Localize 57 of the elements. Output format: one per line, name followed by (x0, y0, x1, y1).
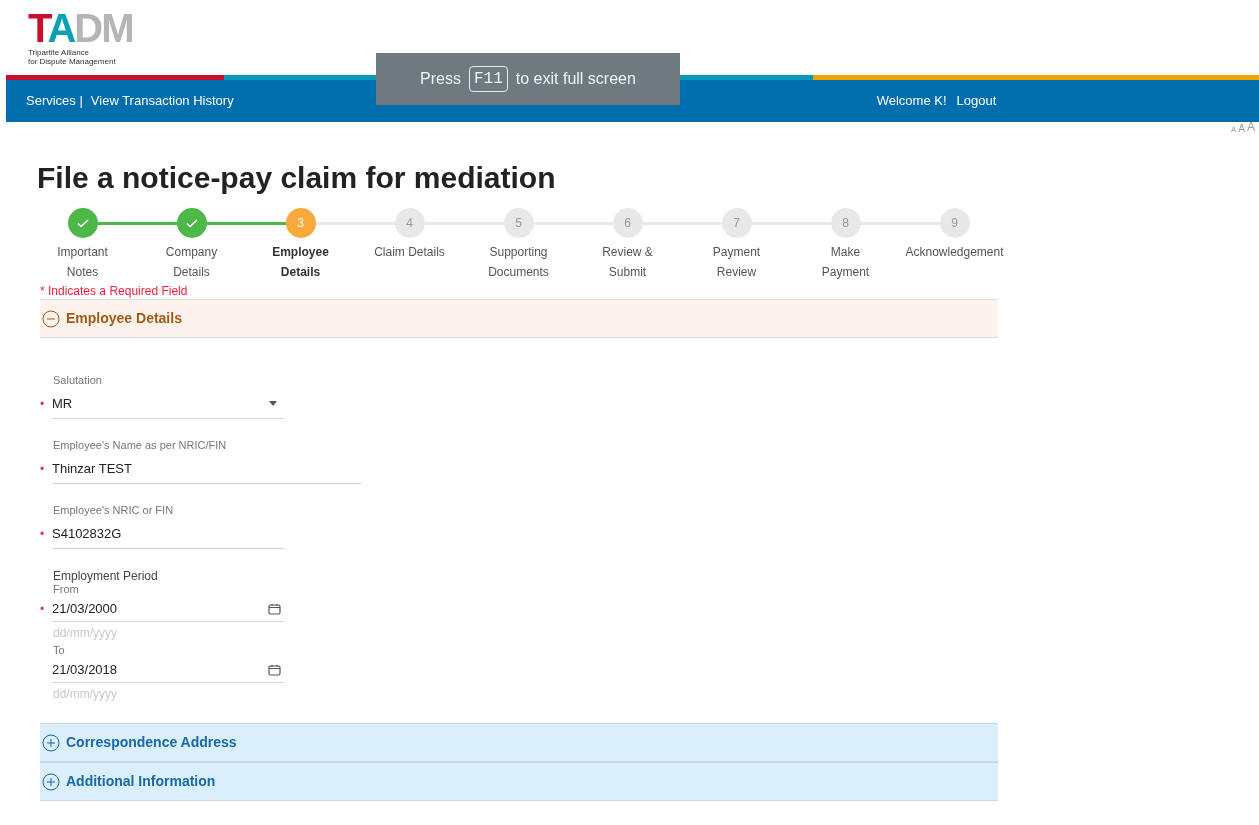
font-size-button[interactable]: A (1230, 124, 1237, 136)
step-marker: 8 (830, 208, 861, 238)
step-marker: 5 (503, 208, 534, 238)
key-label: F11 (469, 66, 508, 92)
page-title: File a notice-pay claim for mediation (37, 160, 557, 196)
nav-link[interactable]: Services | (26, 91, 83, 111)
notice-text: to exit full screen (515, 69, 636, 89)
caret-icon (269, 401, 277, 406)
required-marker: • (40, 602, 45, 616)
section-header[interactable]: Additional Information (40, 762, 998, 801)
check-icon (75, 216, 90, 230)
step-label: Payment Review (712, 244, 761, 281)
date-field[interactable]: 21/03/2018 (52, 657, 285, 683)
logout-link[interactable]: Logout (956, 91, 997, 111)
section-header[interactable]: Employee Details (40, 299, 998, 338)
step-marker: 9 (939, 208, 970, 238)
required-marker: • (40, 462, 45, 476)
step-marker: 6 (612, 208, 643, 238)
notice-text: Press (420, 69, 461, 89)
field-label: Employee's NRIC or FIN (53, 504, 175, 517)
logo-tagline: for Dispute Management (28, 57, 117, 66)
required-marker: • (40, 527, 45, 541)
field-label: From (53, 583, 80, 596)
section-header[interactable]: Correspondence Address (40, 723, 998, 762)
expand-icon (42, 733, 60, 752)
font-size-button[interactable]: A (1247, 118, 1255, 136)
welcome-text: Welcome K! (876, 92, 947, 111)
date-field[interactable]: 21/03/2000 (52, 596, 285, 622)
step-marker: 7 (721, 208, 752, 238)
field-label: Employment Period (53, 569, 159, 583)
logo-tagline: Tripartite Alliance (28, 48, 91, 57)
required-marker: • (40, 397, 45, 411)
step-label: Review & Submit (602, 244, 653, 281)
step-label: Claim Details (374, 244, 445, 261)
check-icon (184, 216, 199, 230)
font-size-button[interactable]: A (1238, 121, 1245, 136)
calendar-icon[interactable] (268, 663, 281, 676)
step-label: Acknowledgement (905, 244, 1004, 261)
field-label: To (53, 644, 66, 657)
calendar-icon[interactable] (268, 602, 281, 615)
field-label: Salutation (53, 374, 103, 387)
expand-icon (42, 772, 60, 791)
salutation-dropdown[interactable]: MR (52, 389, 285, 419)
step-label: Important Notes (57, 244, 108, 281)
step-marker: 3 (285, 208, 316, 238)
collapse-icon (42, 309, 60, 328)
logo[interactable]: TADM (28, 8, 1259, 48)
field-label: Employee's Name as per NRIC/FIN (53, 439, 228, 452)
step-label: Employee Details (272, 244, 329, 281)
nav-link[interactable]: View Transaction History (90, 91, 234, 111)
text-field[interactable]: Thinzar TEST (52, 454, 362, 484)
text-field[interactable]: S4102832G (52, 519, 285, 549)
step-label: Company Details (165, 244, 218, 281)
step-label: Make Payment (821, 244, 870, 281)
step-label: Supporting Documents (488, 244, 549, 281)
required-note: * Indicates a Required Field (40, 284, 189, 298)
step-marker: 4 (394, 208, 425, 238)
